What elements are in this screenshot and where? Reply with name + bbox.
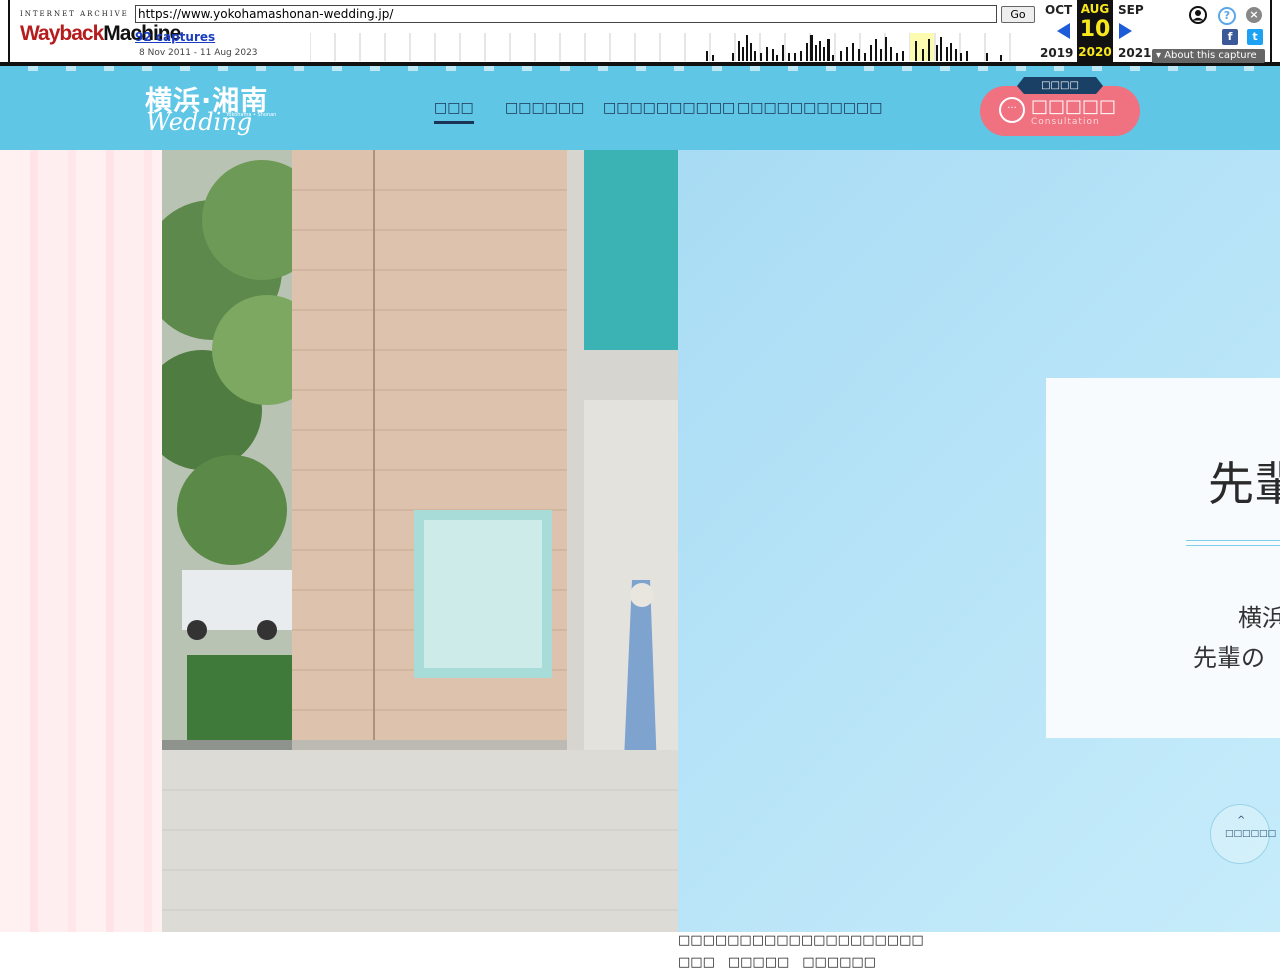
nav-item-2[interactable]: □□□□□□ [505,100,584,116]
facebook-icon[interactable]: f [1222,29,1238,45]
wayback-current-year: 2020 [1078,45,1112,59]
hero-left-stripes [0,150,162,932]
wayback-next-month[interactable]: SEP [1118,3,1144,17]
wayback-captures-link[interactable]: 92 captures [135,30,215,44]
wayback-logo-top: INTERNET ARCHIVE [20,10,129,18]
wayback-toolbar: INTERNET ARCHIVE WaybackMachine https://… [0,0,1280,66]
twitter-icon[interactable]: t [1247,29,1263,45]
close-icon[interactable]: × [1246,7,1262,23]
sparkline-gridlines [310,33,1011,61]
back-to-top-button[interactable]: ^ □□□□□□ [1210,804,1277,864]
consultation-sub: Consultation [1031,117,1100,127]
hero-card-divider [1186,540,1280,546]
wayback-sparkline[interactable] [310,33,1038,61]
footer-text-line-1: □□□□□□□□□□□□□□□□□□□□ [678,933,924,948]
hero-photo [162,150,678,932]
wayback-next-year[interactable]: 2021 [1118,46,1151,60]
wayback-next-arrow-icon[interactable] [1119,23,1132,39]
wayback-url-input[interactable]: https://www.yokohamashonan-wedding.jp/ [135,5,997,23]
user-icon[interactable] [1189,6,1207,24]
wayback-prev-month[interactable]: OCT [1045,3,1072,17]
sparkline-bars [706,35,1002,61]
nav-item-4[interactable]: □□□□□□□□□□□ [737,100,883,116]
wayback-prev-arrow-icon[interactable] [1057,23,1070,39]
help-icon[interactable]: ? [1218,7,1236,25]
nav-item-3[interactable]: □□□□□□□□□□ [603,100,735,116]
wayback-go-button[interactable]: Go [1001,6,1035,23]
chat-bubble-icon: ··· [999,97,1025,123]
wayback-current-day: 10 [1079,17,1111,42]
hero-card-text-1: 横浜 [1238,604,1280,632]
nav-item-1[interactable]: □□□ [434,100,474,124]
wayback-about-capture[interactable]: ▾ About this capture [1152,49,1265,63]
hero-card-title: 先輩 [1208,457,1280,511]
consultation-tag: □□□□ [1017,77,1103,94]
wayback-current-month: AUG [1080,2,1110,16]
back-to-top-label: □□□□□□ [1225,829,1277,839]
wayback-logo-part1: Wayback [20,22,104,45]
hero-card-text-2: 先輩の [1193,644,1265,672]
consultation-label: □□□□□ [1031,96,1117,117]
storefront-illustration [162,150,678,932]
header-stripe [0,66,1280,71]
site-logo-sub: Yokohama • Shonan [226,112,277,118]
footer-area [0,932,1280,960]
footer-text-line-2: □□□ □□□□□ □□□□□□ [678,955,876,970]
wayback-current-date: AUG 10 2020 [1077,0,1113,62]
wayback-about-label: About this capture [1164,50,1257,61]
wayback-prev-year[interactable]: 2019 [1040,46,1073,60]
chevron-up-icon: ^ [1237,815,1246,826]
wayback-date-range: 8 Nov 2011 - 11 Aug 2023 [139,48,258,58]
hero-card [1046,378,1280,738]
